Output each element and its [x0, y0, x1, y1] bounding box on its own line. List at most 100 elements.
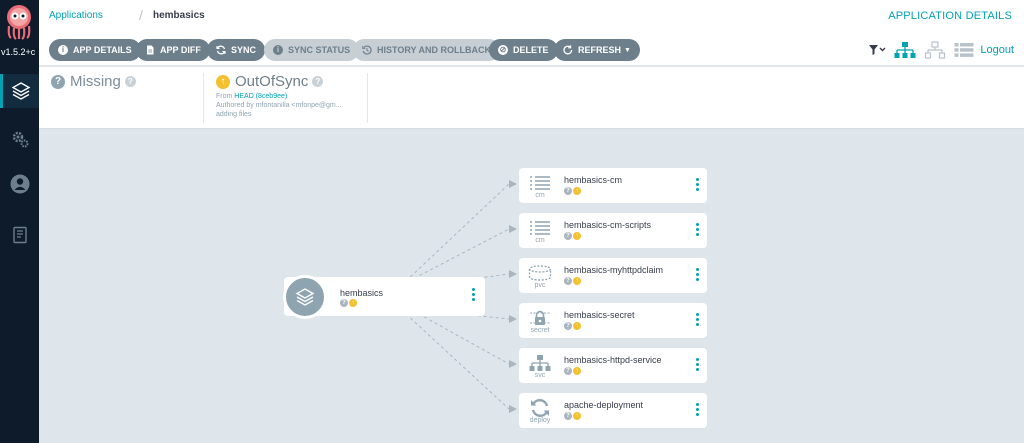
resource-status: ? ↑: [564, 232, 582, 240]
tree-view-icon[interactable]: [894, 41, 916, 59]
history-rollback-button[interactable]: HISTORY AND ROLLBACK: [353, 39, 501, 61]
chevron-down-icon: ▼: [624, 46, 631, 54]
resource-menu-button[interactable]: [696, 223, 700, 238]
resource-kind: pvc: [534, 282, 546, 289]
question-icon: ?: [564, 412, 572, 420]
arrow-up-icon: ↑: [573, 277, 581, 285]
app-details-button[interactable]: i APP DETAILS: [49, 39, 141, 61]
toolbar: i APP DETAILS APP DIFF SYNC i SYNC STATU…: [39, 34, 1024, 66]
author-line: Authored by mfontanilla <mfonpe@gm...: [216, 102, 342, 109]
resource-menu-button[interactable]: [696, 403, 700, 418]
history-label: HISTORY AND ROLLBACK: [377, 45, 492, 55]
info-icon: i: [273, 45, 283, 55]
arrow-up-icon: ↑: [573, 322, 581, 330]
sidebar: v1.5.2+c: [0, 0, 39, 443]
edge-arrow: [509, 360, 517, 368]
delete-button[interactable]: ⊘ DELETE: [489, 39, 558, 61]
resource-node[interactable]: deploy apache-deployment ? ↑: [519, 393, 707, 428]
sync-status-row: ↑ OutOfSync ?: [216, 73, 367, 90]
resource-menu-button[interactable]: [696, 358, 700, 373]
app-node-menu-button[interactable]: [472, 288, 476, 303]
edge-arrow: [509, 270, 517, 278]
lock-icon: [527, 309, 553, 327]
health-status-row: ? Missing ?: [51, 73, 203, 90]
question-icon: ?: [564, 232, 572, 240]
edge-arrow: [509, 315, 517, 323]
sync-button[interactable]: SYNC: [207, 39, 266, 61]
arrow-up-icon: ↑: [349, 299, 357, 307]
arrow-up-icon: ↑: [573, 367, 581, 375]
arrow-up-icon: ↑: [216, 74, 230, 89]
status-panel: ? Missing ? ↑ OutOfSync ? From HEAD (8ce…: [39, 67, 1024, 129]
commit-message: adding files: [216, 111, 252, 118]
arrow-up-icon: ↑: [573, 232, 581, 240]
resource-node[interactable]: cm hembasics-cm ? ↑: [519, 168, 707, 203]
network-view-icon[interactable]: [924, 41, 946, 59]
sidebar-item-user-info[interactable]: [0, 167, 39, 201]
breadcrumb-applications-link[interactable]: Applications: [49, 10, 103, 21]
edge-arrow: [509, 225, 517, 233]
resource-menu-button[interactable]: [696, 313, 700, 328]
app-details-label: APP DETAILS: [73, 45, 132, 55]
layers-icon: [295, 288, 315, 306]
resource-status: ? ↑: [564, 322, 582, 330]
resource-status: ? ↑: [564, 277, 582, 285]
refresh-button[interactable]: REFRESH ▼: [554, 39, 640, 61]
network-icon: [527, 354, 553, 372]
question-icon: ?: [564, 187, 572, 195]
resource-menu-button[interactable]: [696, 268, 700, 283]
list-view-icon[interactable]: [954, 42, 974, 58]
filter-icon[interactable]: [868, 44, 886, 56]
disk-icon: [527, 264, 553, 282]
help-icon[interactable]: ?: [312, 76, 324, 87]
list-icon: [527, 219, 553, 237]
resource-kind: secret: [530, 327, 550, 334]
resource-tree: hembasics ? ↑ cm hembasics-cm ? ↑ cm hemb…: [39, 130, 1024, 443]
resource-name: hembasics-secret: [564, 310, 635, 320]
edge: [405, 313, 510, 410]
docs-icon: [12, 226, 27, 244]
revision-line: From HEAD (8ceb9ee): [216, 92, 367, 101]
breadcrumb-separator: /: [139, 7, 143, 23]
app-diff-label: APP DIFF: [160, 45, 201, 55]
question-icon: ?: [51, 74, 65, 89]
logout-link[interactable]: Logout: [980, 44, 1014, 56]
sidebar-item-applications[interactable]: [0, 74, 39, 108]
help-icon[interactable]: ?: [124, 76, 136, 87]
app-diff-button[interactable]: APP DIFF: [136, 39, 210, 61]
resource-status: ? ↑: [564, 187, 582, 195]
resource-node[interactable]: pvc hembasics-myhttpdclaim ? ↑: [519, 258, 707, 293]
resource-node[interactable]: cm hembasics-cm-scripts ? ↑: [519, 213, 707, 248]
view-controls: Logout: [868, 41, 1014, 59]
resource-menu-button[interactable]: [696, 178, 700, 193]
resource-node[interactable]: secret hembasics-secret ? ↑: [519, 303, 707, 338]
argo-logo[interactable]: [4, 4, 34, 40]
edge: [405, 183, 510, 282]
resource-name: hembasics-cm: [564, 175, 623, 185]
revision-link[interactable]: HEAD (8ceb9ee): [234, 93, 287, 100]
gears-icon: [12, 131, 28, 148]
version-label: v1.5.2+c: [1, 47, 36, 57]
edge-arrow: [509, 180, 517, 188]
refresh-label: REFRESH: [578, 45, 622, 55]
resource-kind: svc: [534, 372, 546, 379]
sync-icon: [527, 399, 553, 417]
resource-kind: cm: [535, 237, 545, 244]
sidebar-item-settings[interactable]: [0, 122, 39, 156]
resource-kind: cm: [535, 192, 545, 199]
sidebar-item-documentation[interactable]: [0, 218, 39, 252]
health-status[interactable]: ? Missing ?: [51, 73, 204, 123]
resource-status: ? ↑: [564, 412, 582, 420]
top-bar: Applications / hembasics APPLICATION DET…: [39, 0, 1024, 34]
resource-name: hembasics-httpd-service: [564, 355, 662, 365]
sync-status-label: OutOfSync: [235, 73, 309, 90]
page-title: APPLICATION DETAILS: [888, 10, 1012, 22]
sync-status[interactable]: ↑ OutOfSync ? From HEAD (8ceb9ee) Author…: [216, 73, 368, 123]
delete-icon: ⊘: [498, 45, 508, 55]
sync-status-button[interactable]: i SYNC STATUS: [264, 39, 360, 61]
sync-label: SYNC: [231, 45, 257, 55]
edge-arrow: [509, 405, 517, 413]
resource-node[interactable]: svc hembasics-httpd-service ? ↑: [519, 348, 707, 383]
question-icon: ?: [564, 367, 572, 375]
info-icon: i: [58, 45, 68, 55]
